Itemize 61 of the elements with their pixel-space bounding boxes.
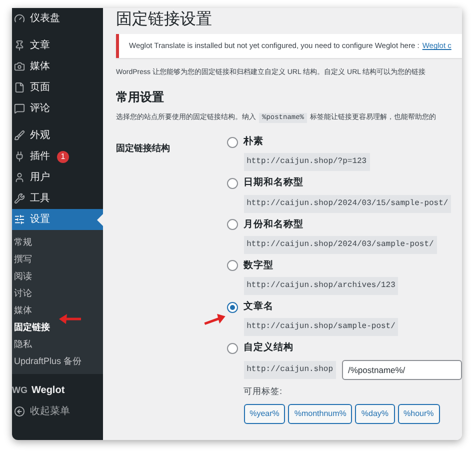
sliders-icon [14,214,25,225]
tag-button[interactable]: %hour% [398,404,440,424]
submenu-item[interactable]: 固定链接 [12,319,103,336]
wrench-icon [14,193,25,204]
annotation-arrow [58,313,82,325]
tags-label: 可用标签: [244,384,283,398]
submenu-item[interactable]: 阅读 [12,268,103,285]
user-icon [14,172,25,183]
radio-button[interactable] [226,342,238,354]
sidebar-item[interactable]: 插件 1 [12,146,103,167]
url-example: http://caijun.shop/2024/03/sample-post/ [244,236,437,254]
section-title: 常用设置 [116,88,165,106]
camera-icon [14,61,25,72]
page-title: 固定链接设置 [116,10,213,30]
field-label: 固定链接结构 [116,143,170,153]
option-label: 自定义结构 [244,341,294,356]
radio-button[interactable] [226,260,238,272]
tag-button[interactable]: %year% [244,404,286,424]
radio-button[interactable] [226,219,238,230]
sidebar-item[interactable]: 评论 [12,98,103,119]
url-example: http://caijun.shop/archives/123 [244,277,398,295]
option-label: 朴素 [244,135,264,149]
submenu-item[interactable]: 讨论 [12,285,103,302]
brush-icon [14,130,25,141]
url-example: http://caijun.shop/sample-post/ [244,318,398,336]
collapse-icon [14,406,25,417]
option-label: 月份和名称型 [244,218,304,232]
sidebar-item[interactable]: 仪表盘 [12,8,103,29]
collapse-menu-button[interactable]: 收起菜单 [12,401,103,422]
sidebar-item[interactable]: WG Weglot [12,380,103,401]
gauge-icon [14,13,25,24]
sidebar-item[interactable]: 设置 [12,209,103,230]
sidebar-item[interactable]: 外观 [12,125,103,146]
radio-button[interactable] [226,302,238,313]
radio-button[interactable] [226,178,238,189]
sidebar-item[interactable]: 用户 [12,167,103,188]
tag-button[interactable]: %day% [355,404,395,424]
page-icon [14,82,25,93]
url-prefix: http://caijun.shop [244,360,336,378]
weglot-logo: WG [12,384,28,397]
custom-structure-field[interactable]: /%postname%/ [342,360,462,380]
option-label: 文章名 [244,300,274,314]
sidebar-item[interactable]: 文章 [12,35,103,56]
update-count-badge: 1 [57,150,69,162]
submenu-item[interactable]: 媒体 [12,302,103,319]
submenu-item[interactable]: 常规 [12,234,103,251]
speech-bubble-icon [14,103,25,114]
radio-button[interactable] [226,136,238,148]
tag-button[interactable]: %monthnum% [288,404,352,424]
pin-icon [14,40,25,51]
submenu-item[interactable]: 撰写 [12,251,103,268]
submenu-item[interactable]: 隐私 [12,336,103,353]
url-example: http://caijun.shop/?p=123 [244,153,370,172]
submenu-item[interactable]: UpdraftPlus 备份 [12,353,103,370]
sidebar-item[interactable]: 页面 [12,77,103,98]
url-example: http://caijun.shop/2024/03/15/sample-post/ [244,194,452,212]
plug-icon [14,151,25,162]
sidebar-item[interactable]: 媒体 [12,56,103,77]
option-label: 日期和名称型 [244,176,304,190]
option-label: 数字型 [244,258,274,273]
sidebar-item[interactable]: 工具 [12,188,103,209]
